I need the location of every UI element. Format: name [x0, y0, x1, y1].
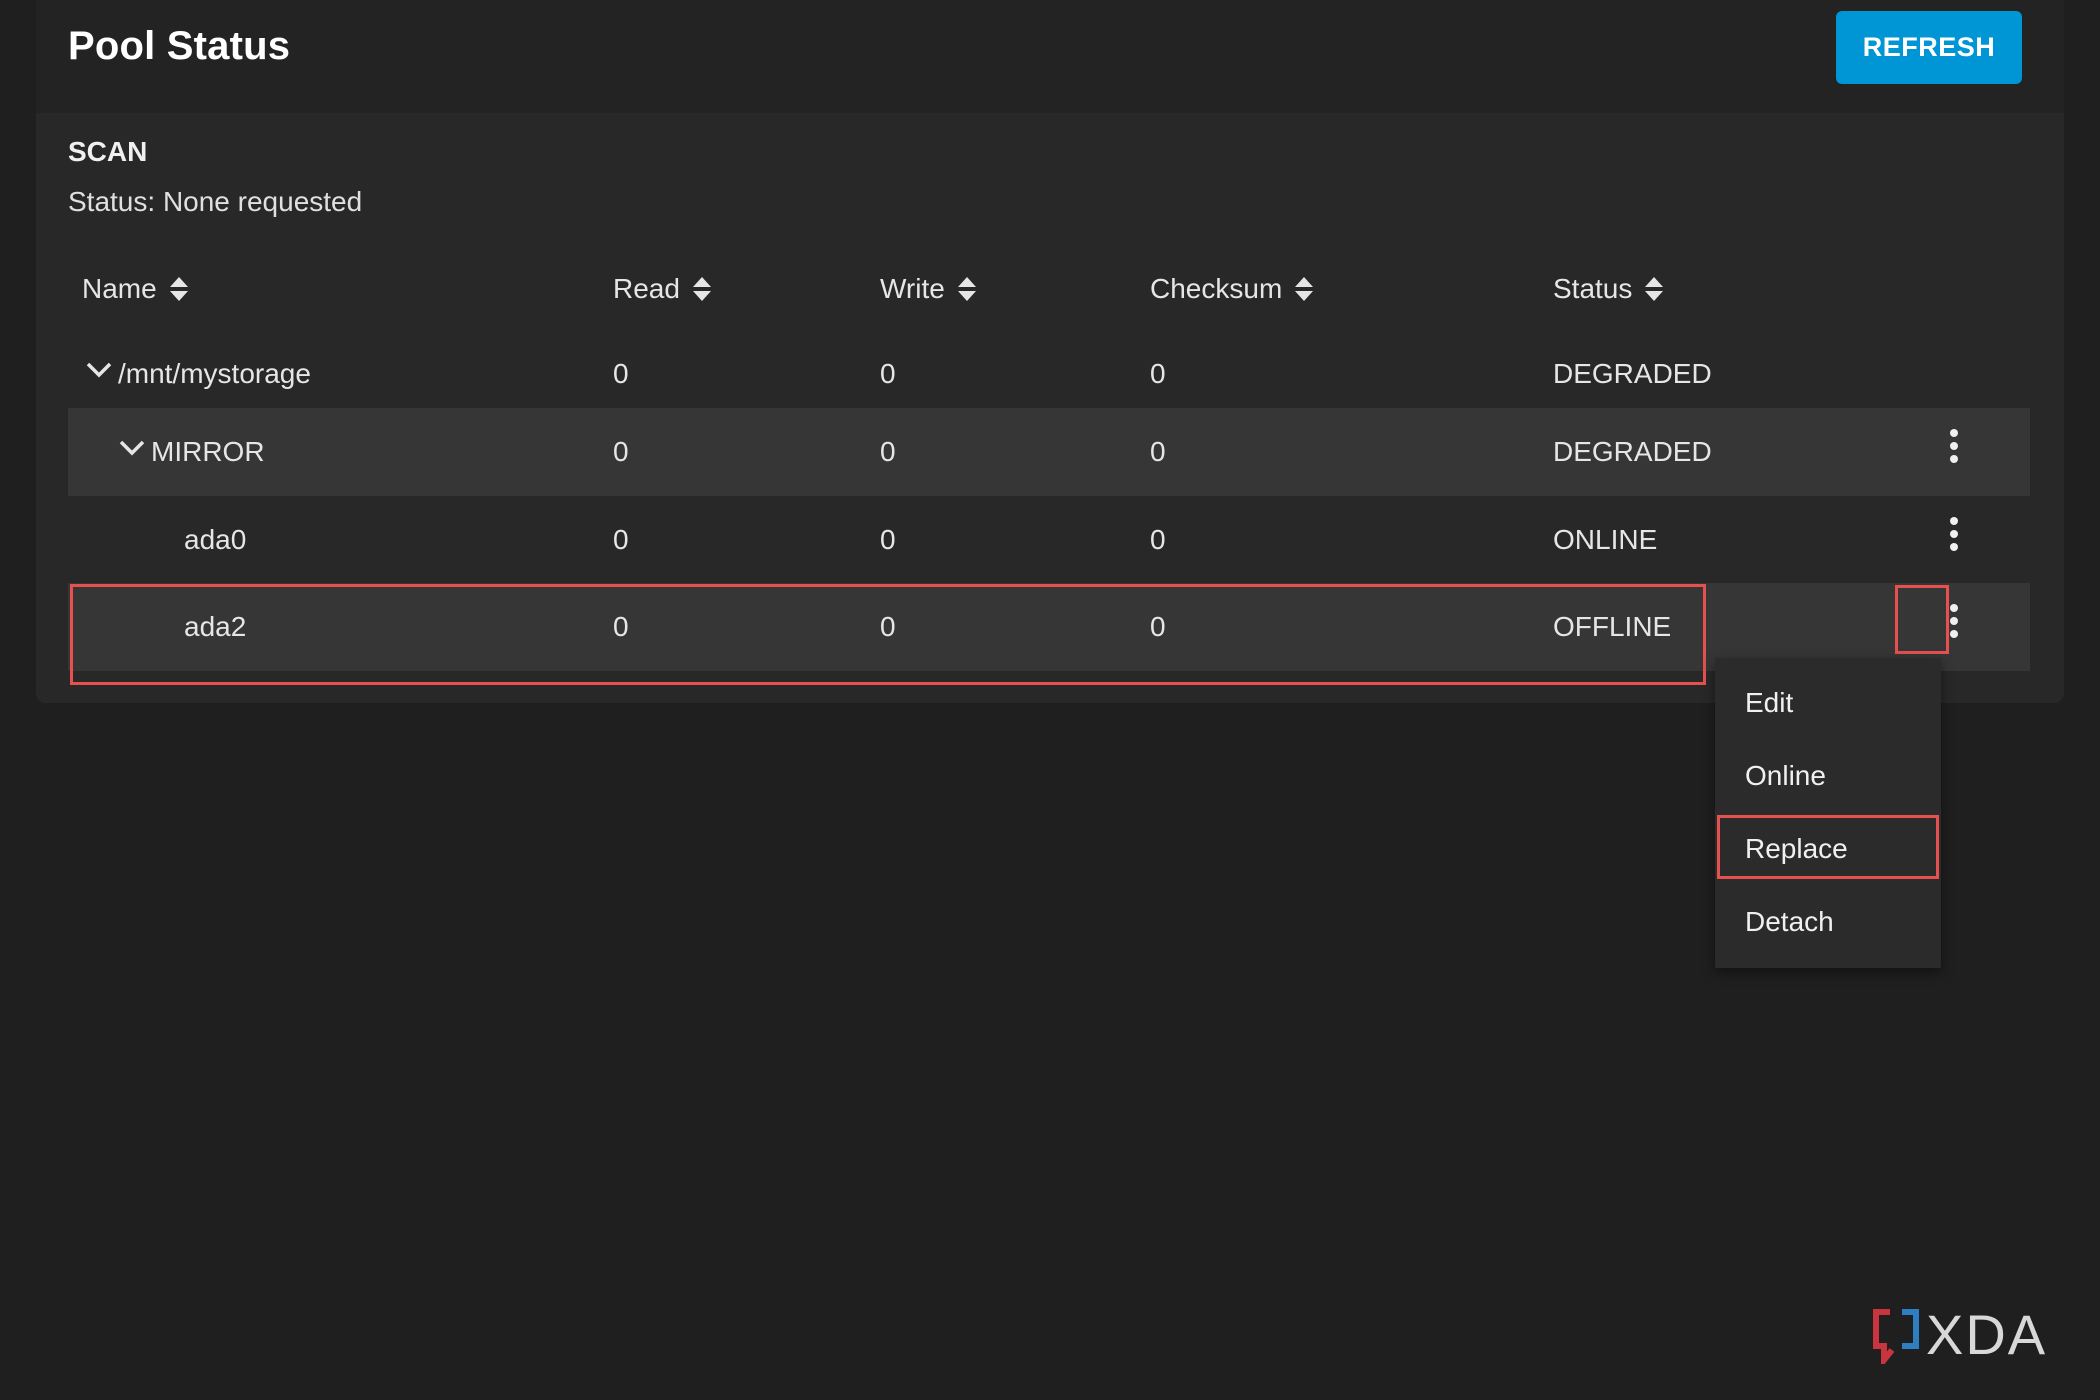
table-row[interactable]: MIRROR 0 0 0 DEGRADED	[68, 408, 2030, 496]
column-header-name[interactable]: Name	[82, 273, 189, 305]
refresh-button[interactable]: REFRESH	[1836, 11, 2022, 84]
row-status: DEGRADED	[1553, 436, 1712, 467]
row-name: ada2	[184, 611, 247, 642]
menu-item-detach[interactable]: Detach	[1715, 885, 1941, 958]
row-action-menu: Edit Online Replace Detach	[1715, 658, 1941, 968]
sort-icon	[692, 277, 711, 301]
row-name: /mnt/mystorage	[118, 358, 311, 389]
page: Pool Status REFRESH SCAN Status: None re…	[0, 0, 2100, 1400]
row-checksum: 0	[1150, 611, 1166, 642]
row-write: 0	[880, 611, 896, 642]
page-title: Pool Status	[68, 24, 291, 68]
column-header-label: Read	[613, 273, 680, 304]
row-status: DEGRADED	[1553, 358, 1712, 389]
pool-status-card: Pool Status REFRESH SCAN Status: None re…	[36, 0, 2064, 703]
row-name: MIRROR	[151, 436, 265, 467]
menu-item-online[interactable]: Online	[1715, 739, 1941, 812]
watermark-text: XDA	[1926, 1303, 2048, 1366]
row-read: 0	[613, 524, 629, 555]
kebab-menu-icon[interactable]	[1936, 514, 1972, 556]
table-row[interactable]: ada0 0 0 0 ONLINE	[68, 496, 2030, 584]
row-name: ada0	[184, 524, 247, 555]
chevron-down-icon[interactable]	[119, 438, 145, 458]
menu-item-edit[interactable]: Edit	[1715, 666, 1941, 739]
column-header-label: Name	[82, 273, 157, 304]
sort-icon	[169, 277, 188, 301]
xda-watermark: XDA	[1872, 1302, 2047, 1367]
chevron-down-icon[interactable]	[86, 360, 112, 380]
kebab-menu-icon[interactable]	[1936, 426, 1972, 468]
row-read: 0	[613, 436, 629, 467]
scan-status: Status: None requested	[68, 186, 363, 217]
column-header-read[interactable]: Read	[613, 273, 712, 305]
row-checksum: 0	[1150, 524, 1166, 555]
xda-logo-icon	[1873, 1308, 1919, 1364]
column-header-checksum[interactable]: Checksum	[1150, 273, 1314, 305]
row-read: 0	[613, 611, 629, 642]
row-status: ONLINE	[1553, 524, 1658, 555]
column-header-label: Write	[880, 273, 945, 304]
scan-heading: SCAN	[68, 136, 148, 167]
row-read: 0	[613, 358, 629, 389]
row-status: OFFLINE	[1553, 611, 1672, 642]
column-header-label: Status	[1553, 273, 1633, 304]
card-header: Pool Status REFRESH	[36, 0, 2064, 113]
column-header-status[interactable]: Status	[1553, 273, 1664, 305]
column-header-write[interactable]: Write	[880, 273, 977, 305]
row-checksum: 0	[1150, 358, 1166, 389]
kebab-menu-icon[interactable]	[1936, 601, 1972, 643]
sort-icon	[1295, 277, 1314, 301]
row-checksum: 0	[1150, 436, 1166, 467]
menu-item-replace[interactable]: Replace	[1715, 812, 1941, 885]
sort-icon	[957, 277, 976, 301]
column-header-label: Checksum	[1150, 273, 1283, 304]
table-row[interactable]: /mnt/mystorage 0 0 0 DEGRADED	[68, 330, 2030, 418]
row-write: 0	[880, 436, 896, 467]
sort-icon	[1645, 277, 1664, 301]
row-write: 0	[880, 358, 896, 389]
row-write: 0	[880, 524, 896, 555]
